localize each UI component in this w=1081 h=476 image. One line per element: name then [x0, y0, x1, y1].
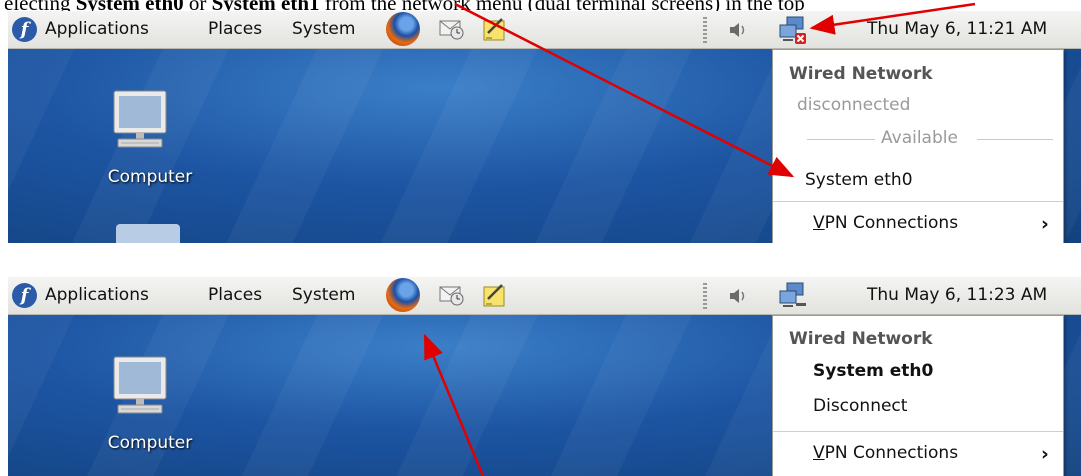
computer-label: Computer [107, 167, 193, 187]
available-divider: Available [773, 128, 1063, 150]
vpn-mnemonic: V [813, 443, 825, 463]
firefox-icon[interactable] [386, 12, 420, 46]
notes-icon[interactable] [482, 16, 508, 42]
menu-item-vpn-connections[interactable]: VPN Connections › [773, 443, 1063, 467]
evolution-mail-icon[interactable] [439, 16, 465, 40]
vpn-label-rest: PN Connections [824, 443, 959, 463]
divider-rule-right [977, 139, 1053, 140]
menu-item-system-eth0[interactable]: System eth0 [805, 170, 1081, 190]
computer-icon [113, 90, 167, 148]
menu-item-vpn-connections[interactable]: VPN Connections › [773, 213, 1063, 237]
network-connected-icon[interactable] [778, 281, 808, 311]
system-menu[interactable]: System [292, 285, 355, 305]
chevron-right-icon: › [1041, 443, 1049, 465]
applications-menu[interactable]: Applications [45, 285, 149, 305]
fedora-logo-icon[interactable]: f [12, 283, 37, 308]
menu-separator [773, 431, 1063, 432]
volume-icon[interactable] [728, 20, 748, 40]
firefox-icon[interactable] [386, 278, 420, 312]
home-folder-icon[interactable] [116, 224, 180, 243]
evolution-mail-icon[interactable] [439, 282, 465, 306]
panel-clock[interactable]: Thu May 6, 11:23 AM [867, 285, 1047, 305]
connection-status: disconnected [797, 95, 911, 115]
wired-network-header: Wired Network [789, 64, 933, 84]
screenshot-connected: f Applications Places System Thu May 6, … [8, 277, 1081, 476]
system-menu[interactable]: System [292, 19, 355, 39]
instruction-caption: electing System eth0 or System eth1 from… [4, 0, 805, 15]
panel-separator[interactable] [703, 17, 707, 43]
volume-icon[interactable] [728, 286, 748, 306]
network-disconnected-icon[interactable] [778, 15, 808, 45]
panel-clock[interactable]: Thu May 6, 11:21 AM [867, 19, 1047, 39]
notes-icon[interactable] [482, 282, 508, 308]
top-panel: f Applications Places System Thu May 6, … [8, 277, 1081, 315]
disconnect-menu-item[interactable]: Disconnect [813, 396, 1081, 416]
chevron-right-icon: › [1041, 213, 1049, 235]
divider-rule-left [807, 139, 875, 140]
wired-network-header: Wired Network [789, 329, 933, 349]
computer-icon [113, 356, 167, 414]
vpn-label: VPN Connections [813, 213, 958, 233]
panel-separator[interactable] [703, 283, 707, 309]
available-label: Available [881, 128, 958, 148]
network-menu: Wired Network System eth0 Disconnect VPN… [772, 315, 1064, 476]
screenshot-disconnected: f Applications Places System Thu May 6, … [8, 11, 1081, 243]
network-menu: Wired Network disconnected Available Sys… [772, 49, 1064, 243]
vpn-mnemonic: V [813, 213, 825, 233]
applications-menu[interactable]: Applications [45, 19, 149, 39]
vpn-label-rest: PN Connections [824, 213, 959, 233]
vpn-label: VPN Connections [813, 443, 958, 463]
places-menu[interactable]: Places [208, 285, 262, 305]
menu-separator [773, 201, 1063, 202]
active-connection-system-eth0: System eth0 [813, 361, 934, 381]
computer-label: Computer [107, 433, 193, 453]
top-panel: f Applications Places System Thu May 6, … [8, 11, 1081, 49]
fedora-logo-icon[interactable]: f [12, 17, 37, 42]
places-menu[interactable]: Places [208, 19, 262, 39]
